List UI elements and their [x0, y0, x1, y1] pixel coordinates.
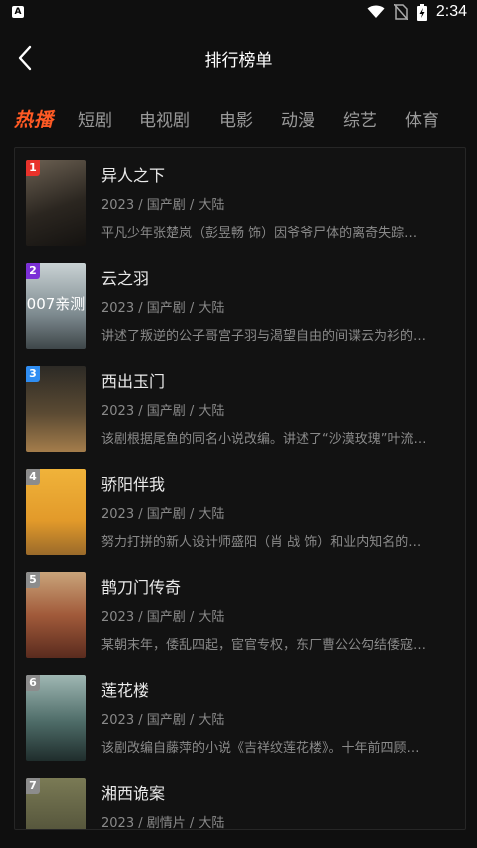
poster-image: 3 [26, 366, 86, 452]
rank-badge: 2 [26, 263, 40, 279]
list-item[interactable]: 5 鹊刀门传奇 2023 / 国产剧 / 大陆 某朝末年，倭乱四起，宦官专权，东… [15, 560, 465, 660]
battery-charging-icon [416, 3, 427, 21]
list-item[interactable]: 7 湘西诡案 2023 / 剧情片 / 大陆 [15, 766, 465, 830]
tab-sports[interactable]: 体育 [405, 106, 439, 131]
tab-hot[interactable]: 热播 [14, 105, 54, 132]
category-tabs: 热播 短剧 电视剧 电影 动漫 综艺 体育 [14, 98, 477, 138]
rank-badge: 1 [26, 160, 40, 176]
rank-badge: 4 [26, 469, 40, 485]
item-meta: 2023 / 国产剧 / 大陆 [101, 198, 225, 213]
item-title: 骄阳伴我 [101, 475, 166, 494]
rank-badge: 6 [26, 675, 40, 691]
item-meta: 2023 / 国产剧 / 大陆 [101, 404, 225, 419]
list-item[interactable]: 4 骄阳伴我 2023 / 国产剧 / 大陆 努力打拼的新人设计师盛阳（肖 战 … [15, 457, 465, 557]
list-item[interactable]: 6 莲花楼 2023 / 国产剧 / 大陆 该剧改编自藤萍的小说《吉祥纹莲花楼》… [15, 663, 465, 763]
poster-image: 2 007亲测 [26, 263, 86, 349]
poster-image: 7 [26, 778, 86, 829]
list-item[interactable]: 2 007亲测 云之羽 2023 / 国产剧 / 大陆 讲述了叛逆的公子哥宫子羽… [15, 251, 465, 351]
item-description: 努力打拼的新人设计师盛阳（肖 战 饰）和业内知名的… [101, 535, 422, 550]
item-title: 云之羽 [101, 269, 150, 288]
item-meta: 2023 / 国产剧 / 大陆 [101, 301, 225, 316]
top-bar: 排行榜单 [0, 36, 477, 80]
poster-image: 4 [26, 469, 86, 555]
item-description: 该剧改编自藤萍的小说《吉祥纹莲花楼》。十年前四顾… [101, 741, 420, 756]
rank-badge: 3 [26, 366, 40, 382]
item-description: 某朝末年，倭乱四起，宦官专权，东厂曹公公勾结倭寇… [101, 638, 427, 653]
status-bar: A 2:34 [0, 0, 477, 28]
item-meta: 2023 / 国产剧 / 大陆 [101, 507, 225, 522]
status-icons: 2:34 [367, 3, 467, 21]
item-description: 平凡少年张楚岚（彭昱畅 饰）因爷爷尸体的离奇失踪… [101, 226, 418, 241]
poster-image: 1 [26, 160, 86, 246]
item-description: 该剧根据尾鱼的同名小说改编。讲述了“沙漠玫瑰”叶流… [101, 432, 427, 447]
app-notification-icon: A [12, 6, 24, 18]
item-meta: 2023 / 剧情片 / 大陆 [101, 816, 225, 830]
item-description: 讲述了叛逆的公子哥宫子羽与渴望自由的间谍云为衫的… [101, 329, 427, 344]
item-meta: 2023 / 国产剧 / 大陆 [101, 713, 225, 728]
list-item[interactable]: 1 异人之下 2023 / 国产剧 / 大陆 平凡少年张楚岚（彭昱畅 饰）因爷爷… [15, 148, 465, 248]
item-meta: 2023 / 国产剧 / 大陆 [101, 610, 225, 625]
item-title: 西出玉门 [101, 372, 166, 391]
no-sim-icon [393, 4, 408, 20]
tab-movie[interactable]: 电影 [219, 106, 253, 131]
ranking-list: 1 异人之下 2023 / 国产剧 / 大陆 平凡少年张楚岚（彭昱畅 饰）因爷爷… [14, 147, 466, 830]
poster-image: 5 [26, 572, 86, 658]
rank-badge: 5 [26, 572, 40, 588]
item-title: 莲花楼 [101, 681, 150, 700]
item-title: 异人之下 [101, 166, 166, 185]
item-title: 鹊刀门传奇 [101, 578, 182, 597]
page-title: 排行榜单 [204, 51, 273, 71]
clock: 2:34 [435, 3, 467, 20]
poster-image: 6 [26, 675, 86, 761]
tab-variety[interactable]: 综艺 [343, 106, 377, 131]
wifi-icon [367, 5, 385, 18]
poster-caption: 007亲测 [26, 295, 86, 313]
tab-tv-series[interactable]: 电视剧 [139, 106, 190, 131]
tab-short-drama[interactable]: 短剧 [78, 106, 112, 131]
list-item[interactable]: 3 西出玉门 2023 / 国产剧 / 大陆 该剧根据尾鱼的同名小说改编。讲述了… [15, 354, 465, 454]
tab-anime[interactable]: 动漫 [281, 106, 315, 131]
item-title: 湘西诡案 [101, 784, 166, 803]
rank-badge: 7 [26, 778, 40, 794]
